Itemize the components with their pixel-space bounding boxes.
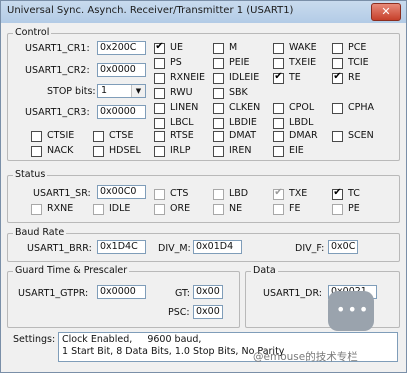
sr-field[interactable]: 0x00C0	[97, 185, 146, 199]
psc-field[interactable]: 0x00	[193, 305, 223, 319]
gt-label: GT:	[175, 288, 190, 299]
usart1-dialog: Universal Sync. Asynch. Receiver/Transmi…	[0, 0, 407, 373]
settings-line-1: Clock Enabled, 9600 baud,	[62, 334, 202, 345]
check-icon: ✔	[274, 187, 283, 198]
check-icon: ✔	[155, 41, 164, 52]
window-title: Universal Sync. Asynch. Receiver/Transmi…	[7, 5, 294, 16]
check-icon: ✔	[333, 71, 342, 82]
chevron-down-icon[interactable]: ▼	[131, 85, 145, 97]
divm-field[interactable]: 0x01D4	[193, 240, 242, 254]
brr-field[interactable]: 0x1D4C	[97, 240, 146, 254]
cr1-field[interactable]: 0x200C	[97, 41, 146, 55]
stop-bits-label: STOP bits:	[47, 86, 96, 97]
check-icon: ✔	[274, 71, 283, 82]
watermark: @emouse的技术专栏	[253, 351, 358, 363]
gtpr-label: USART1_GTPR:	[18, 288, 89, 299]
close-icon: ✕	[381, 5, 391, 18]
stop-bits-value: 1	[101, 85, 108, 96]
status-group-title: Status	[13, 169, 48, 180]
cr3-label: USART1_CR3:	[25, 107, 90, 118]
control-group-title: Control	[13, 27, 52, 38]
settings-label: Settings:	[13, 334, 56, 345]
dr-label: USART1_DR:	[263, 288, 322, 299]
baud-rate-group-title: Baud Rate	[13, 227, 67, 238]
guard-time-group-title: Guard Time & Prescaler	[13, 265, 130, 276]
divm-label: DIV_M:	[158, 243, 191, 254]
gtpr-field[interactable]: 0x0000	[97, 285, 146, 299]
data-group: Data	[245, 265, 400, 328]
guard-time-group: Guard Time & Prescaler	[7, 265, 240, 328]
title-bar[interactable]: Universal Sync. Asynch. Receiver/Transmi…	[1, 1, 406, 23]
psc-label: PSC:	[168, 307, 190, 318]
check-icon: ✔	[333, 187, 342, 198]
divf-label: DIV_F:	[295, 243, 325, 254]
stop-bits-select[interactable]: 1 ▼	[97, 84, 146, 98]
cr1-label: USART1_CR1:	[25, 43, 90, 54]
cr2-field[interactable]: 0x0000	[97, 63, 146, 77]
chat-bubble-icon: •••	[328, 291, 374, 331]
gt-field[interactable]: 0x00	[193, 285, 223, 299]
close-button[interactable]: ✕	[371, 3, 401, 21]
brr-label: USART1_BRR:	[27, 243, 92, 254]
cr3-field[interactable]: 0x0000	[97, 105, 146, 119]
cr2-label: USART1_CR2:	[25, 65, 90, 76]
divf-field[interactable]: 0x0C	[328, 240, 358, 254]
sr-label: USART1_SR:	[33, 188, 91, 199]
data-group-title: Data	[251, 265, 278, 276]
